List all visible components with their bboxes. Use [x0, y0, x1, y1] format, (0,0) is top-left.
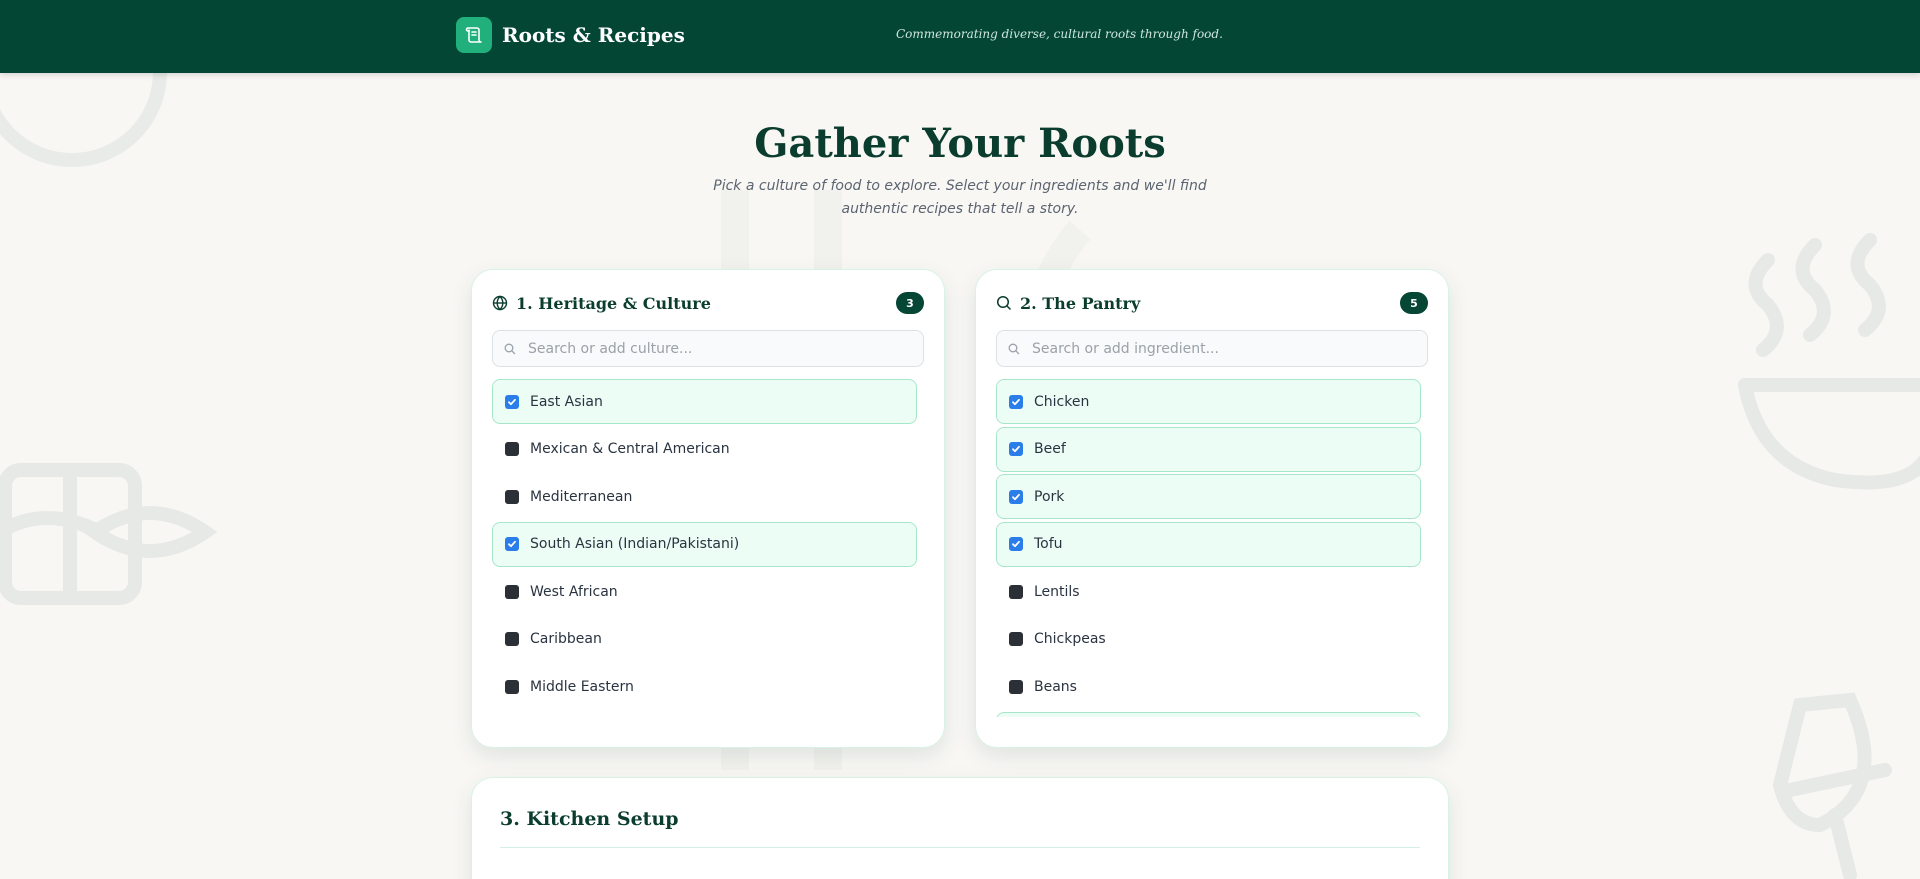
globe-icon — [492, 295, 508, 311]
scroll-icon — [456, 17, 492, 53]
culture-option-label: West African — [530, 583, 618, 600]
culture-option[interactable]: Caribbean — [492, 617, 917, 662]
checkbox-checked[interactable] — [1009, 442, 1023, 456]
culture-option-label: Mediterranean — [530, 488, 633, 505]
checkbox[interactable] — [1009, 632, 1023, 646]
culture-option-label: Mexican & Central American — [530, 441, 730, 457]
checkbox[interactable] — [505, 584, 519, 599]
ingredient-option-label: Chicken — [1034, 393, 1090, 410]
checkbox-checked[interactable] — [1009, 537, 1023, 551]
culture-card-title: 1. Heritage & Culture — [516, 293, 711, 313]
culture-option-label: South Asian (Indian/Pakistani) — [530, 536, 740, 552]
ingredient-option[interactable]: Lentils — [996, 569, 1421, 614]
ingredient-option-label: Beef — [1034, 441, 1066, 457]
checkbox[interactable] — [505, 679, 519, 694]
culture-option[interactable]: Middle Eastern — [492, 664, 917, 709]
brand[interactable]: Roots & Recipes — [456, 17, 685, 53]
culture-card: 1. Heritage & Culture 3 East Asian Mexica… — [471, 269, 945, 748]
checkbox-checked[interactable] — [505, 537, 519, 551]
ingredient-option[interactable]: Tofu — [996, 521, 1421, 567]
culture-option[interactable]: East Asian — [492, 379, 917, 424]
pantry-count-badge: 5 — [1400, 292, 1428, 314]
ingredient-option-label: Lentils — [1034, 583, 1080, 600]
culture-count-badge: 3 — [896, 292, 924, 314]
ingredient-option-label: Beans — [1034, 678, 1077, 695]
checkbox-checked[interactable] — [1009, 394, 1023, 409]
ingredient-option-label: Tofu — [1034, 536, 1063, 552]
culture-option[interactable]: South Asian (Indian/Pakistani) — [492, 521, 917, 567]
culture-option[interactable]: West African — [492, 569, 917, 614]
top-navigation-bar: Roots & Recipes Commemorating diverse, c… — [0, 0, 1920, 73]
page-subtitle: Pick a culture of food to explore. Selec… — [713, 178, 1207, 217]
culture-option-label: East Asian — [530, 393, 603, 410]
checkbox[interactable] — [1009, 679, 1023, 694]
ingredient-search-box — [996, 330, 1428, 367]
search-icon — [504, 343, 516, 355]
culture-option-label: Middle Eastern — [530, 678, 634, 695]
culture-option[interactable]: Mexican & Central American — [492, 427, 917, 472]
kitchen-card: 3. Kitchen Setup — [471, 777, 1449, 879]
page-title: Gather Your Roots — [754, 120, 1166, 167]
ingredient-option[interactable] — [996, 711, 1421, 717]
ingredient-option[interactable]: Beef — [996, 426, 1421, 472]
checkbox[interactable] — [1009, 584, 1023, 599]
checkbox-checked[interactable] — [1009, 489, 1023, 504]
app-name: Roots & Recipes — [502, 23, 685, 47]
kitchen-card-title: 3. Kitchen Setup — [500, 808, 679, 830]
checkbox[interactable] — [505, 489, 519, 504]
culture-option[interactable]: Mediterranean — [492, 474, 917, 519]
ingredient-list: Chicken Beef Pork Tofu Lentils Chickpeas Beans — [996, 379, 1428, 717]
culture-search-box — [492, 330, 924, 367]
tagline: Commemorating diverse, cultural roots th… — [896, 27, 1223, 41]
checkbox-checked[interactable] — [505, 394, 519, 409]
culture-list: East Asian Mexican & Central American Medi… — [492, 379, 924, 727]
pantry-card: 2. The Pantry 5 Chicken Beef Pork Tofu Lenti… — [975, 269, 1449, 748]
ingredient-search-input[interactable] — [1032, 340, 1392, 357]
pantry-card-title: 2. The Pantry — [1020, 293, 1141, 313]
ingredient-option[interactable]: Beans — [996, 664, 1421, 709]
ingredient-option-label: Pork — [1034, 488, 1065, 505]
culture-card-header: 1. Heritage & Culture 3 — [492, 290, 924, 316]
search-icon — [1008, 343, 1020, 355]
pantry-card-header: 2. The Pantry 5 — [996, 290, 1428, 316]
culture-option-label: Caribbean — [530, 631, 602, 647]
ingredient-option[interactable]: Chicken — [996, 379, 1421, 424]
checkbox[interactable] — [505, 632, 519, 646]
checkbox[interactable] — [505, 442, 519, 456]
ingredient-option-label: Chickpeas — [1034, 631, 1106, 647]
divider — [500, 847, 1420, 848]
ingredient-option[interactable]: Chickpeas — [996, 617, 1421, 662]
ingredient-option[interactable]: Pork — [996, 474, 1421, 519]
culture-search-input[interactable] — [528, 340, 888, 357]
search-icon — [996, 295, 1012, 311]
